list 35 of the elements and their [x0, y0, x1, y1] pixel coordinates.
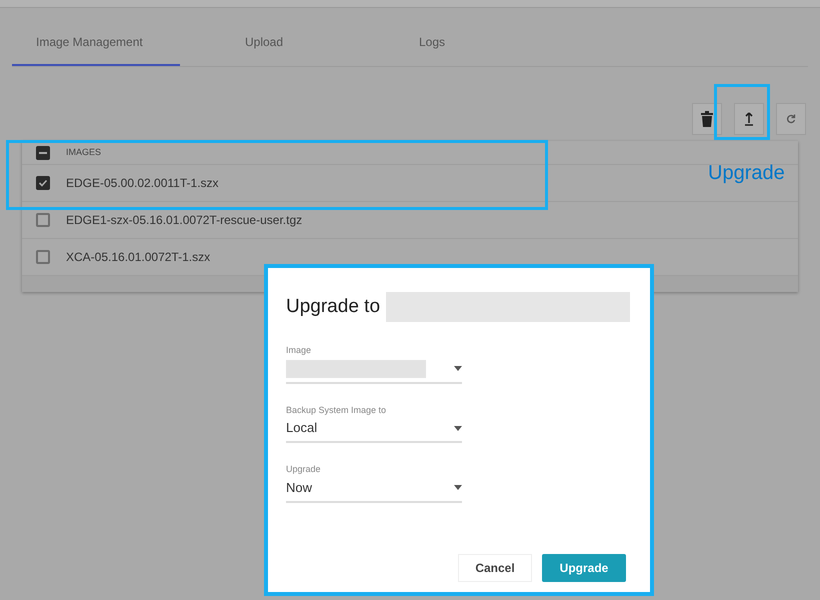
- trash-icon: [701, 111, 713, 127]
- tab[interactable]: Upload: [180, 20, 348, 66]
- checkbox[interactable]: [36, 146, 50, 160]
- annotation-label: Upgrade: [708, 161, 785, 186]
- highlight-frame: [714, 84, 770, 140]
- select-field[interactable]: Upgrade Now: [286, 463, 462, 502]
- select-field[interactable]: Image: [286, 344, 462, 384]
- field-value: Local: [286, 419, 318, 438]
- checkbox[interactable]: [36, 250, 50, 264]
- checkbox[interactable]: [36, 176, 50, 190]
- select-field[interactable]: Backup System Image to Local: [286, 404, 462, 443]
- field-label: Backup System Image to: [286, 404, 388, 417]
- field-value: Now: [286, 478, 312, 497]
- dropdown-caret-icon: [454, 485, 462, 490]
- tab[interactable]: Logs: [348, 20, 516, 66]
- cancel-button[interactable]: Cancel: [458, 554, 532, 582]
- dialog-title: Upgrade to: [286, 294, 380, 319]
- tab[interactable]: Image Management: [12, 20, 180, 66]
- dropdown-caret-icon: [454, 426, 462, 430]
- image-name: EDGE1-szx-05.16.01.0072T-rescue-user.tgz: [66, 212, 302, 229]
- refresh-button[interactable]: [776, 103, 806, 135]
- upgrade-button[interactable]: Upgrade: [542, 554, 626, 582]
- column-header: IMAGES: [66, 146, 102, 159]
- field-label: Upgrade: [286, 463, 322, 476]
- image-name: XCA-05.16.01.0072T-1.szx: [66, 249, 210, 266]
- upload-icon: [744, 112, 754, 126]
- dropdown-caret-icon: [454, 366, 462, 371]
- refresh-icon: [786, 114, 796, 124]
- image-name: EDGE-05.00.02.0011T-1.szx: [66, 175, 219, 192]
- delete-button[interactable]: [692, 103, 722, 135]
- upgrade-button[interactable]: [734, 103, 764, 135]
- checkbox[interactable]: [36, 213, 50, 227]
- field-label: Image: [286, 344, 312, 357]
- dash-icon: [39, 152, 47, 154]
- check-icon: [38, 178, 48, 188]
